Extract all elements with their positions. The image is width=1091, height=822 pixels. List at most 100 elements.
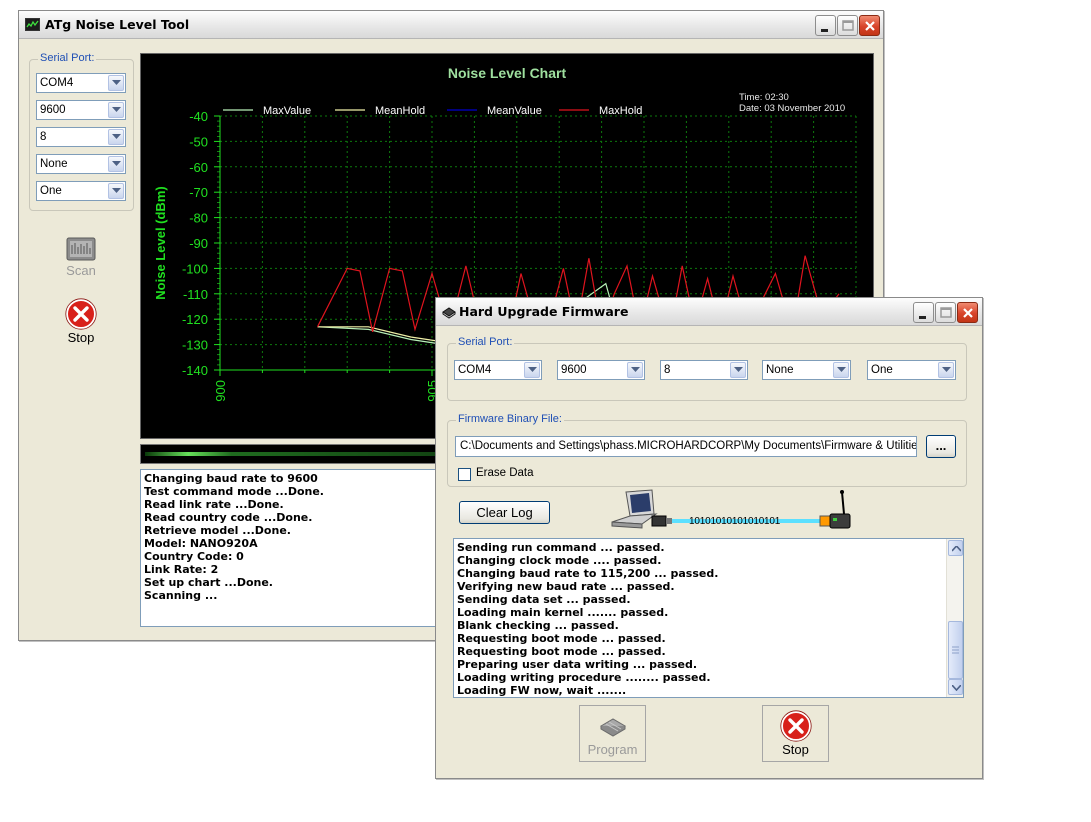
legend-label-meanvalue: MeanValue xyxy=(487,105,542,117)
baud-select[interactable]: 9600 xyxy=(36,100,126,120)
dialog-maximize-button[interactable] xyxy=(935,302,956,323)
log-line: Changing clock mode .... passed. xyxy=(457,554,662,567)
log-line: Scanning ... xyxy=(144,589,218,602)
stop-icon xyxy=(779,710,812,742)
program-label: Program xyxy=(587,742,638,757)
dialog-stop-button[interactable]: Stop xyxy=(762,705,829,762)
log-line: Preparing user data writing ... passed. xyxy=(457,658,698,671)
maximize-icon xyxy=(940,307,952,318)
data-bits-value: 8 xyxy=(664,364,671,376)
clear-log-button[interactable]: Clear Log xyxy=(459,501,550,524)
chip-icon xyxy=(599,718,626,737)
log-line: Changing baud rate to 9600 xyxy=(144,472,318,485)
erase-data-checkbox[interactable] xyxy=(458,468,471,481)
close-icon xyxy=(963,308,973,318)
legend-label-maxvalue: MaxValue xyxy=(263,105,311,117)
browse-button[interactable]: ... xyxy=(926,435,956,458)
chevron-down-icon xyxy=(108,102,124,118)
minimize-icon xyxy=(821,29,828,32)
dialog-data-bits-select[interactable]: 8 xyxy=(660,360,748,380)
maximize-icon xyxy=(842,20,854,31)
baud-value: 9600 xyxy=(561,364,587,376)
dialog-parity-select[interactable]: None xyxy=(762,360,851,380)
dialog-close-button[interactable] xyxy=(957,302,978,323)
minimize-icon xyxy=(919,316,926,319)
scroll-down-button[interactable] xyxy=(948,679,963,695)
log-line: Loading writing procedure ........ passe… xyxy=(457,671,711,684)
chart-date: Date: 03 November 2010 xyxy=(739,103,845,114)
stop-bits-value: One xyxy=(40,185,62,197)
binary-stream-text: 10101010101010101 xyxy=(689,516,781,527)
maximize-button[interactable] xyxy=(837,15,858,36)
minimize-button[interactable] xyxy=(815,15,836,36)
main-log[interactable]: Changing baud rate to 9600 Test command m… xyxy=(140,469,440,627)
main-titlebar[interactable]: ATg Noise Level Tool xyxy=(19,11,883,39)
chevron-down-icon xyxy=(952,685,961,691)
log-line: Test command mode ...Done. xyxy=(144,485,324,498)
dialog-stop-label: Stop xyxy=(782,742,809,757)
port-select[interactable]: COM4 xyxy=(36,73,126,93)
stop-label: Stop xyxy=(67,330,95,345)
chevron-down-icon xyxy=(108,156,124,172)
y-tick-label: -110 xyxy=(183,287,208,302)
legend-label-meanhold: MeanHold xyxy=(375,105,425,117)
connection-illustration xyxy=(611,489,851,529)
log-line: Verifying new baud rate ... passed. xyxy=(457,580,675,593)
stop-button[interactable]: Stop xyxy=(53,298,109,348)
chart-title: Noise Level Chart xyxy=(448,65,567,81)
y-tick-label: -140 xyxy=(182,363,208,378)
log-line: Set up chart ...Done. xyxy=(144,576,273,589)
stop-bits-select[interactable]: One xyxy=(36,181,126,201)
main-window-title: ATg Noise Level Tool xyxy=(45,17,190,32)
dialog-titlebar[interactable]: Hard Upgrade Firmware xyxy=(436,298,982,326)
chart-time: Time: 02:30 xyxy=(739,92,789,103)
chevron-down-icon xyxy=(730,362,746,378)
scroll-thumb[interactable] xyxy=(948,621,963,679)
dialog-serial-port-label: Serial Port: xyxy=(456,336,515,348)
log-line: Requesting boot mode ... passed. xyxy=(457,632,666,645)
y-tick-label: -90 xyxy=(189,236,208,251)
dialog-baud-select[interactable]: 9600 xyxy=(557,360,645,380)
laptop-icon xyxy=(611,489,672,529)
close-button[interactable] xyxy=(859,15,880,36)
program-button[interactable]: Program xyxy=(579,705,646,762)
parity-value: None xyxy=(40,158,68,170)
log-line: Changing baud rate to 115,200 ... passed… xyxy=(457,567,719,580)
chevron-down-icon xyxy=(108,75,124,91)
chevron-down-icon xyxy=(938,362,954,378)
app-icon xyxy=(25,18,40,31)
chevron-down-icon xyxy=(524,362,540,378)
log-line: Link Rate: 2 xyxy=(144,563,219,576)
log-line: Sending data set ... passed. xyxy=(457,593,631,606)
log-line: Requesting boot mode ... passed. xyxy=(457,645,666,658)
chip-icon xyxy=(442,307,456,319)
log-scrollbar[interactable] xyxy=(946,539,963,697)
firmware-path-input[interactable]: C:\Documents and Settings\phass.MICROHAR… xyxy=(455,436,917,457)
log-line: Retrieve model ...Done. xyxy=(144,524,291,537)
stop-icon xyxy=(65,298,97,330)
x-tick-label: 900 xyxy=(213,380,228,402)
baud-value: 9600 xyxy=(40,104,66,116)
y-tick-label: -60 xyxy=(189,160,208,175)
chevron-down-icon xyxy=(108,183,124,199)
chevron-down-icon xyxy=(833,362,849,378)
log-line: Country Code: 0 xyxy=(144,550,244,563)
scroll-up-button[interactable] xyxy=(948,540,963,556)
dialog-stop-bits-select[interactable]: One xyxy=(867,360,956,380)
modem-icon xyxy=(819,490,851,529)
firmware-file-label: Firmware Binary File: xyxy=(456,413,564,425)
parity-select[interactable]: None xyxy=(36,154,126,174)
dialog-minimize-button[interactable] xyxy=(913,302,934,323)
scan-button[interactable]: Scan xyxy=(53,235,109,283)
data-bits-select[interactable]: 8 xyxy=(36,127,126,147)
log-line: Sending run command ... passed. xyxy=(457,541,665,554)
serial-port-label: Serial Port: xyxy=(38,52,97,64)
chevron-down-icon xyxy=(108,129,124,145)
y-tick-label: -80 xyxy=(189,211,208,226)
close-icon xyxy=(865,21,875,31)
log-line: Loading FW now, wait ....... xyxy=(457,684,627,697)
parity-value: None xyxy=(766,364,794,376)
log-line: Read country code ...Done. xyxy=(144,511,313,524)
dialog-port-select[interactable]: COM4 xyxy=(454,360,542,380)
dialog-log[interactable]: Sending run command ... passed. Changing … xyxy=(453,538,964,698)
